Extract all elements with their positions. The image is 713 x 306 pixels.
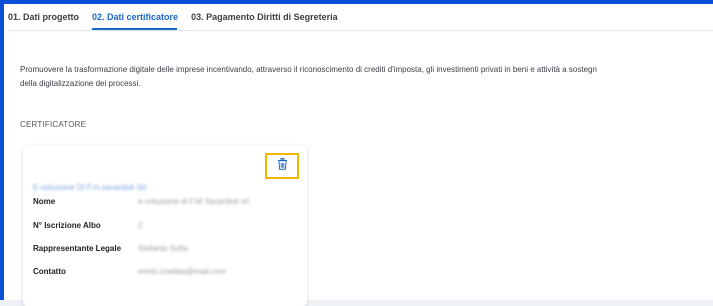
label-iscrizione-albo: N° Iscrizione Albo [33,221,101,230]
intro-description-line-1: Promuovere la trasformazione digitale de… [20,65,597,74]
delete-certificatore-button[interactable] [265,153,299,179]
value-rappresentante-legale: Stefania Sofia [138,244,188,253]
tab-dati-progetto[interactable]: 01. Dati progetto [8,8,92,30]
tab-pagamento-diritti[interactable]: 03. Pagamento Diritti di Segreteria [191,8,351,30]
value-nome: e-voluzione di F.M Sacerdoti srl [138,197,250,206]
label-nome: Nome [33,197,56,206]
certificatore-name-link[interactable]: E-voluzione Di F.m.sacerdoti Srl [33,183,146,192]
intro-description-line-2: della digitalizzazione dei processi. [20,79,141,88]
tabs-divider [8,30,713,31]
trash-icon [277,157,288,175]
value-iscrizione-albo: 2 [138,221,143,230]
step-tabs: 01. Dati progetto 02. Dati certificatore… [8,8,351,30]
value-contatto: ennio.cnebba@mail.com [138,267,227,276]
section-title-certificatore: CERTIFICATORE [20,120,87,129]
intro-description: Promuovere la trasformazione digitale de… [20,63,713,91]
label-rappresentante-legale: Rappresentante Legale [33,244,122,253]
tab-dati-certificatore[interactable]: 02. Dati certificatore [92,8,191,30]
label-contatto: Contatto [33,267,66,276]
